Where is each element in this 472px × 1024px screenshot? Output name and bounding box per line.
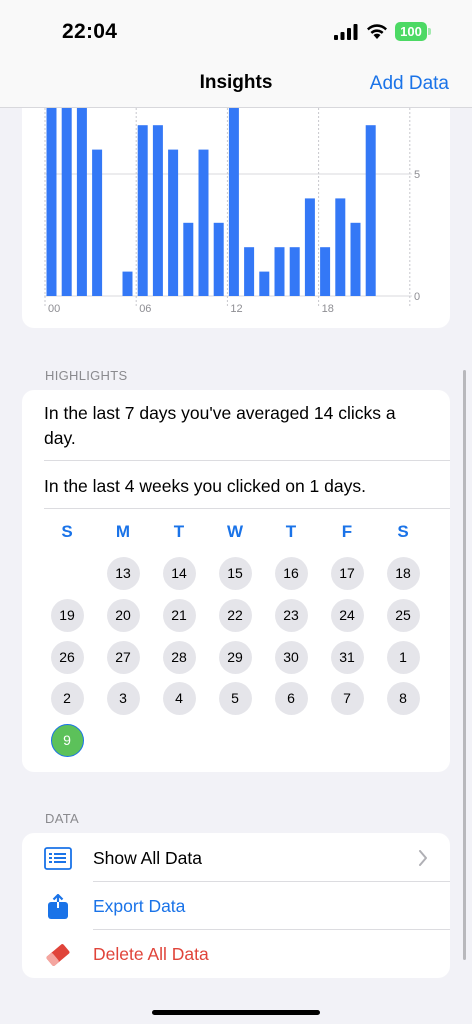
- eraser-icon: [46, 944, 70, 966]
- export-data-row[interactable]: Export Data: [22, 882, 450, 930]
- share-icon: [48, 894, 68, 919]
- weekday-label: T: [285, 522, 297, 541]
- calendar-day: 16: [274, 557, 308, 590]
- show-all-data-row[interactable]: Show All Data: [22, 834, 450, 882]
- calendar-day: 14: [162, 557, 196, 590]
- home-indicator: [152, 1010, 320, 1015]
- highlights-card: In the last 7 days you've averaged 14 cl…: [22, 390, 450, 772]
- chart-bar: [304, 198, 315, 296]
- calendar-day: 1: [386, 641, 420, 674]
- calendar-day: 23: [274, 599, 308, 632]
- calendar-day: 22: [218, 599, 252, 632]
- chart-bar: [320, 247, 331, 296]
- chart-bar: [350, 222, 361, 296]
- average-clicks-text: In the last 7 days you've averaged 14 cl…: [44, 403, 396, 448]
- calendar-day: 18: [386, 557, 420, 590]
- calendar-day: 3: [106, 682, 140, 715]
- chart-bar: [365, 125, 376, 296]
- chart-bar: [76, 80, 87, 296]
- calendar-day-today: 9: [50, 724, 84, 757]
- days-clicked-text: In the last 4 weeks you clicked on 1 day…: [44, 476, 366, 496]
- x-tick-label: 12: [230, 303, 242, 315]
- calendar-day: 15: [218, 557, 252, 590]
- calendar-day: 2: [50, 682, 84, 715]
- calendar-day: 24: [330, 599, 364, 632]
- calendar-day: 28: [162, 641, 196, 674]
- hourly-clicks-chart: 00 06 12 18 0 5: [44, 80, 420, 315]
- x-tick-label: 00: [48, 303, 60, 315]
- calendar-day: 17: [330, 557, 364, 590]
- hourly-chart-card: 00 06 12 18 0 5: [22, 80, 450, 328]
- chart-bar: [335, 198, 346, 296]
- chart-bar: [46, 80, 57, 297]
- calendar-day: 20: [106, 599, 140, 632]
- list-icon: [44, 847, 72, 870]
- cellular-signal-icon: [334, 24, 358, 40]
- x-tick-label: 18: [322, 303, 334, 315]
- weekday-label: S: [397, 522, 409, 541]
- calendar-day: 13: [106, 557, 140, 590]
- delete-all-data-label: Delete All Data: [93, 944, 209, 964]
- calendar-day: 26: [50, 641, 84, 674]
- weekday-label: W: [226, 522, 244, 541]
- highlights-header: HIGHLIGHTS: [45, 368, 128, 383]
- status-time: 22:04: [62, 20, 118, 43]
- delete-all-data-row[interactable]: Delete All Data: [22, 930, 450, 978]
- weekday-label: F: [341, 522, 353, 541]
- calendar-day: 21: [162, 599, 196, 632]
- calendar-day: 6: [274, 682, 308, 715]
- y-tick-label: 5: [414, 169, 420, 181]
- battery-icon: 100: [395, 22, 431, 41]
- x-tick-label: 06: [139, 303, 151, 315]
- calendar-day: 30: [274, 641, 308, 674]
- status-bar: 22:04 100: [0, 0, 472, 62]
- chart-bar: [244, 247, 255, 296]
- scroll-indicator: [463, 370, 466, 960]
- weekday-label: M: [115, 522, 131, 541]
- chart-bar: [274, 247, 285, 296]
- calendar-day: 4: [162, 682, 196, 715]
- wifi-icon: [367, 24, 387, 39]
- calendar-day: 31: [330, 641, 364, 674]
- data-actions-card: Show All Data Export Data Delete All Dat…: [22, 833, 450, 978]
- chart-bar: [61, 80, 72, 296]
- chart-bar: [289, 247, 300, 296]
- calendar-day: 27: [106, 641, 140, 674]
- calendar-day: 29: [218, 641, 252, 674]
- calendar-day: 19: [50, 599, 84, 632]
- y-tick-label: 0: [414, 291, 420, 303]
- weekday-label: S: [61, 522, 73, 541]
- chart-bar: [228, 80, 239, 297]
- data-header: DATA: [45, 811, 79, 826]
- calendar-day: 8: [386, 682, 420, 715]
- navigation-bar: Insights Add Data: [0, 62, 472, 108]
- chart-bar: [198, 149, 209, 296]
- calendar-day: 25: [386, 599, 420, 632]
- chart-bar: [213, 222, 224, 296]
- chart-bar: [168, 149, 179, 296]
- show-all-data-label: Show All Data: [93, 848, 202, 868]
- weekday-label: T: [173, 522, 185, 541]
- chart-bar: [152, 125, 163, 296]
- export-data-label: Export Data: [93, 896, 186, 916]
- chart-bar: [259, 271, 270, 296]
- battery-level: 100: [395, 22, 427, 41]
- chart-bar: [137, 125, 148, 296]
- chart-bar: [92, 149, 103, 296]
- calendar-day: 5: [218, 682, 252, 715]
- calendar-day: 7: [330, 682, 364, 715]
- add-data-button[interactable]: Add Data: [370, 73, 449, 95]
- chart-bar: [183, 222, 194, 296]
- chart-bar: [122, 271, 133, 296]
- chevron-right-icon: [419, 850, 427, 866]
